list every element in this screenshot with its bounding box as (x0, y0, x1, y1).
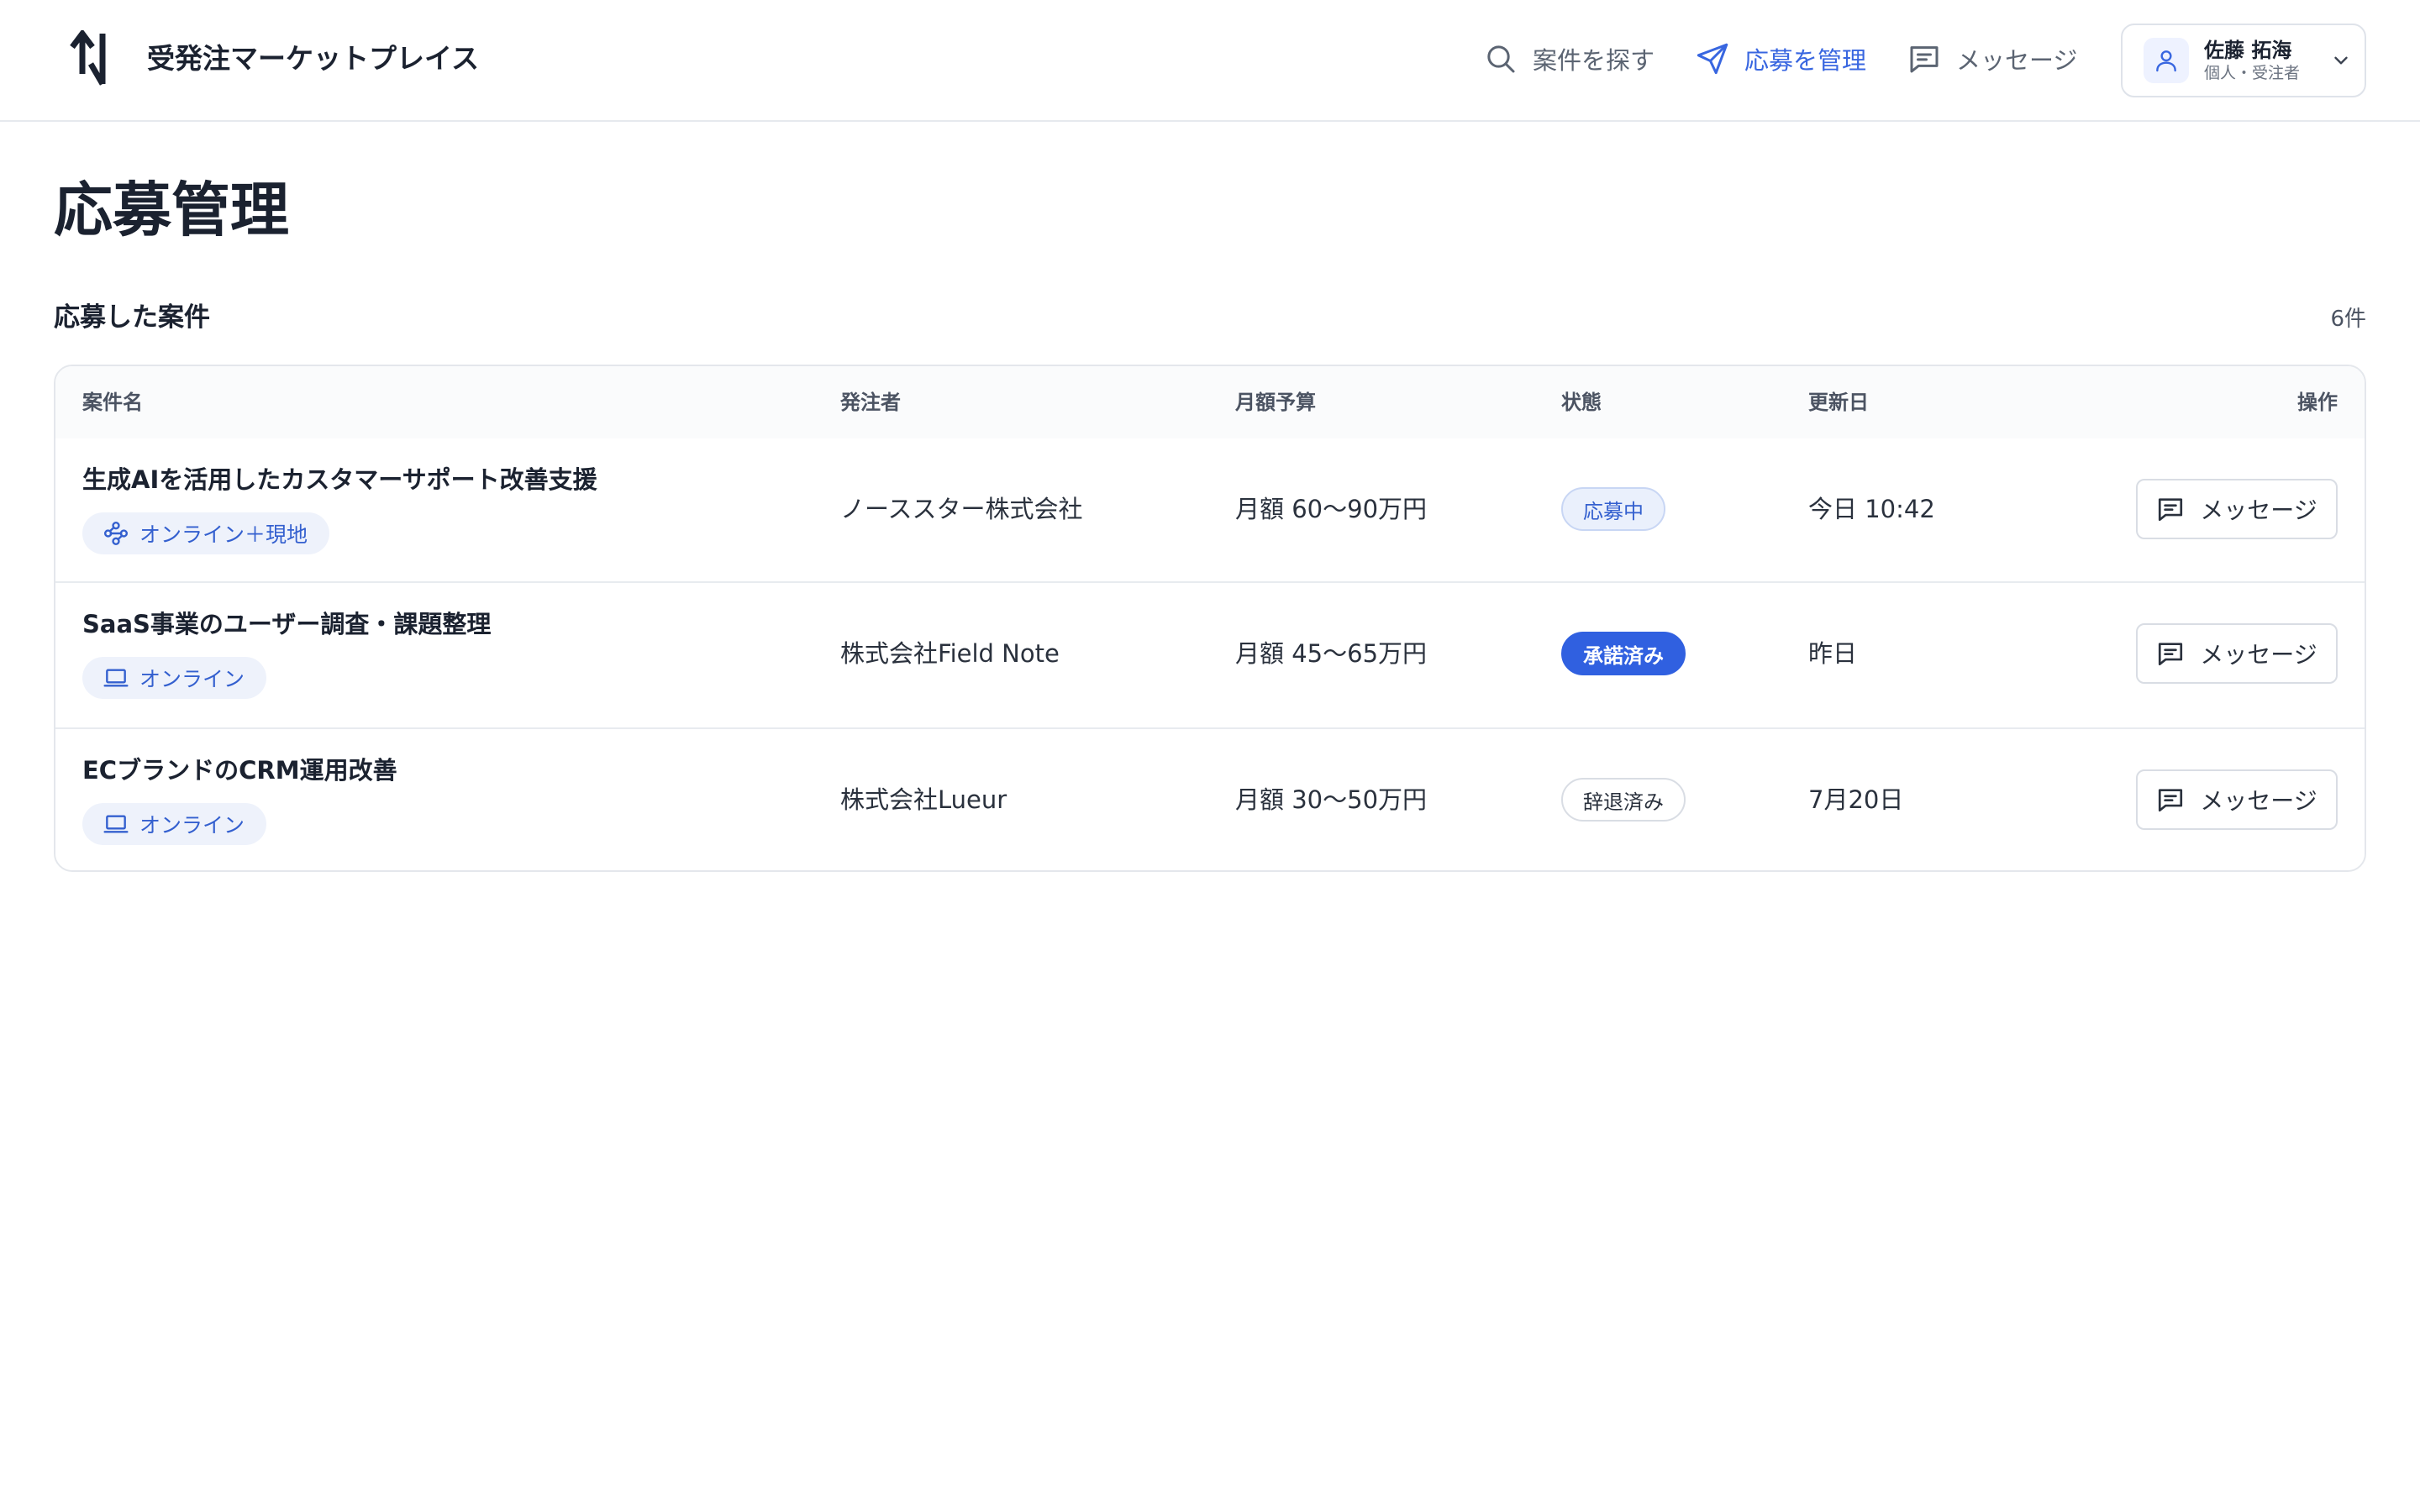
send-icon (1697, 43, 1728, 75)
table-row[interactable]: ECブランドのCRM運用改善 オンライン 株式会社Lueur 月額 30〜50万… (55, 727, 2365, 870)
laptop-icon (103, 815, 129, 833)
table-header: 案件名 発注者 月額予算 状態 更新日 操作 (55, 366, 2365, 438)
avatar (2144, 38, 2189, 83)
column-header-updated: 更新日 (1808, 391, 1869, 414)
page-title: 応募管理 (54, 176, 289, 244)
work-style-tag: オンライン (82, 657, 267, 699)
top-header: 受発注マーケットプレイス 案件を探す 応募を管理 メッセージ 佐藤 拓海 個人・… (0, 0, 2420, 122)
updated-date: 今日 10:42 (1808, 495, 1935, 523)
chevron-down-icon (2334, 56, 2348, 65)
message-button-label: メッセージ (2200, 787, 2317, 815)
column-header-name: 案件名 (82, 391, 143, 414)
nav-manage-applications-label: 応募を管理 (1744, 46, 1867, 75)
message-button-label: メッセージ (2200, 496, 2317, 524)
status-badge: 承諾済み (1561, 632, 1686, 675)
user-icon (2156, 50, 2176, 72)
applications-table: 案件名 発注者 月額予算 状態 更新日 操作 生成AIを活用したカスタマーサポー… (54, 365, 2366, 872)
status-badge: 辞退済み (1561, 778, 1686, 822)
budget: 月額 30〜50万円 (1235, 785, 1428, 814)
nav-messages-label: メッセージ (1956, 46, 2078, 75)
work-style-label: オンライン (139, 813, 245, 837)
logo-icon[interactable] (69, 30, 109, 87)
message-button[interactable]: メッセージ (2136, 623, 2338, 684)
client-name: 株式会社Field Note (840, 639, 1060, 668)
status-badge: 応募中 (1561, 487, 1665, 531)
budget: 月額 60〜90万円 (1235, 495, 1428, 523)
user-menu-button[interactable]: 佐藤 拓海 個人・受注者 (2121, 24, 2366, 97)
job-title[interactable]: 生成AIを活用したカスタマーサポート改善支援 (82, 462, 597, 497)
applications-count: 6件 (2330, 307, 2366, 332)
message-icon (2159, 498, 2183, 522)
column-header-status: 状態 (1561, 391, 1602, 414)
table-row[interactable]: SaaS事業のユーザー調査・課題整理 オンライン 株式会社Field Note … (55, 581, 2365, 727)
network-icon (104, 522, 128, 545)
laptop-icon (103, 669, 129, 687)
section-title: 応募した案件 (54, 302, 210, 333)
message-icon (1910, 46, 1939, 73)
client-name: 株式会社Lueur (840, 785, 1007, 814)
user-role: 個人・受注者 (2204, 64, 2301, 82)
budget: 月額 45〜65万円 (1235, 639, 1428, 668)
message-icon (2159, 789, 2183, 812)
work-style-label: オンライン＋現地 (139, 522, 308, 547)
work-style-tag: オンライン (82, 803, 267, 845)
job-title[interactable]: SaaS事業のユーザー調査・課題整理 (82, 606, 491, 642)
message-button[interactable]: メッセージ (2136, 479, 2338, 539)
user-name: 佐藤 拓海 (2204, 39, 2292, 62)
column-header-client: 発注者 (840, 391, 901, 414)
column-header-budget: 月額予算 (1235, 391, 1316, 414)
updated-date: 昨日 (1808, 639, 1858, 668)
column-header-action: 操作 (2297, 391, 2338, 414)
message-button-label: メッセージ (2200, 641, 2317, 669)
nav-find-jobs[interactable]: 案件を探す (1484, 39, 1655, 79)
work-style-label: オンライン (139, 667, 245, 691)
client-name: ノーススター株式会社 (840, 495, 1083, 523)
search-icon (1487, 45, 1515, 73)
work-style-tag: オンライン＋現地 (82, 512, 330, 554)
nav-manage-applications[interactable]: 応募を管理 (1696, 39, 1866, 79)
updated-date: 7月20日 (1808, 785, 1904, 814)
app-title[interactable]: 受発注マーケットプレイス (147, 39, 479, 79)
job-title[interactable]: ECブランドのCRM運用改善 (82, 753, 397, 788)
message-icon (2159, 643, 2183, 666)
nav-messages[interactable]: メッセージ (1907, 39, 2077, 79)
table-row[interactable]: 生成AIを活用したカスタマーサポート改善支援 オンライン＋現地 ノーススター株式… (55, 438, 2365, 585)
nav-find-jobs-label: 案件を探す (1533, 46, 1655, 75)
message-button[interactable]: メッセージ (2136, 769, 2338, 830)
